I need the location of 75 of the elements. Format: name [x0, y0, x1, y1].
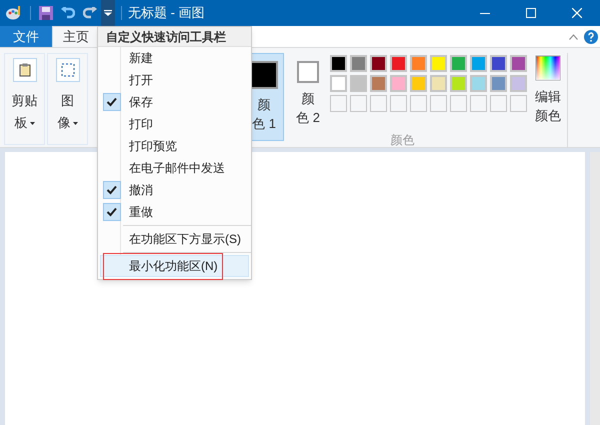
button-label: 编辑 颜色	[535, 88, 561, 125]
ribbon-group-button[interactable]: 剪贴 板	[4, 53, 45, 145]
color-swatch[interactable]	[390, 55, 407, 72]
empty-color-swatch[interactable]	[370, 95, 387, 112]
empty-color-swatch[interactable]	[470, 95, 487, 112]
color-swatch[interactable]	[330, 55, 347, 72]
caret-icon	[30, 122, 34, 124]
empty-color-swatch[interactable]	[350, 95, 367, 112]
color-swatch[interactable]	[450, 55, 467, 72]
empty-color-swatch[interactable]	[390, 95, 407, 112]
empty-color-swatch[interactable]	[510, 95, 527, 112]
menu-item-label: 新建	[129, 50, 153, 67]
menu-item-label: 保存	[129, 94, 153, 111]
color-swatch[interactable]	[350, 75, 367, 92]
button-label: 剪贴 板	[12, 92, 38, 132]
menu-item-label: 打印	[129, 116, 153, 133]
menu-item[interactable]: 最小化功能区(N)	[100, 255, 249, 277]
minimize-icon	[480, 12, 490, 14]
color-swatch[interactable]	[490, 75, 507, 92]
menu-item-label: 在功能区下方显示(S)	[129, 231, 241, 248]
color-swatch[interactable]	[410, 75, 427, 92]
window-title: 无标题 - 画图	[128, 4, 205, 22]
redo-icon[interactable]	[83, 6, 97, 20]
color-swatch[interactable]	[510, 75, 527, 92]
caret-icon	[72, 122, 78, 124]
color-swatch[interactable]	[450, 75, 467, 92]
color-swatch[interactable]	[510, 55, 527, 72]
color-swatch[interactable]	[350, 55, 367, 72]
color-swatch[interactable]	[330, 75, 347, 92]
menu-item-label: 在电子邮件中发送	[129, 160, 225, 177]
close-icon	[572, 8, 582, 18]
ribbon-tab[interactable]: 文件	[0, 26, 52, 47]
color-swatch[interactable]	[490, 55, 507, 72]
ribbon-tab[interactable]: 主页	[52, 26, 100, 47]
empty-color-swatch[interactable]	[430, 95, 447, 112]
menu-item-label: 撤消	[129, 182, 153, 199]
color-swatch[interactable]	[470, 55, 487, 72]
menu-item[interactable]: 在功能区下方显示(S)	[100, 228, 249, 250]
empty-color-swatch[interactable]	[450, 95, 467, 112]
menu-item-label: 最小化功能区(N)	[129, 258, 218, 275]
menu-item-label: 打开	[129, 72, 153, 89]
empty-color-swatch[interactable]	[490, 95, 507, 112]
customize-dropdown-button[interactable]	[101, 0, 115, 26]
button-label: 图 像	[58, 90, 78, 134]
paint-palette-icon[interactable]	[6, 6, 22, 20]
color-swatch[interactable]	[410, 55, 427, 72]
color-swatch[interactable]	[370, 75, 387, 92]
selection-icon	[60, 63, 74, 77]
menu-item[interactable]: 在电子邮件中发送	[100, 157, 249, 179]
color-swatch[interactable]	[430, 75, 447, 92]
button-label: 颜 色 2	[296, 90, 320, 127]
color-spectrum-icon	[535, 55, 561, 81]
menu-item-label: 打印预览	[129, 138, 177, 155]
button-label: 颜 色 1	[252, 96, 276, 133]
maximize-icon	[526, 8, 536, 18]
ribbon-group-button[interactable]: 图 像	[47, 53, 88, 145]
menu-title: 自定义快速访问工具栏	[98, 27, 251, 47]
help-icon[interactable]	[584, 30, 598, 44]
collapse-ribbon-icon[interactable]	[569, 34, 578, 40]
color-swatch[interactable]	[430, 55, 447, 72]
edit-colors-button[interactable]: 编辑 颜色	[535, 55, 561, 125]
color-swatch[interactable]	[390, 75, 407, 92]
save-icon[interactable]	[39, 6, 53, 20]
undo-icon[interactable]	[61, 6, 75, 20]
menu-item-label: 重做	[129, 204, 153, 221]
color-selector[interactable]: 颜 色 2	[288, 53, 328, 141]
color-swatch[interactable]	[470, 75, 487, 92]
dropdown-icon	[104, 10, 112, 16]
color-swatch[interactable]	[370, 55, 387, 72]
clipboard-icon	[18, 63, 30, 77]
menu-item[interactable]: 撤消	[100, 179, 249, 201]
menu-item[interactable]: 重做	[100, 201, 249, 223]
empty-color-swatch[interactable]	[330, 95, 347, 112]
empty-color-swatch[interactable]	[410, 95, 427, 112]
group-label: 颜色	[390, 133, 414, 147]
